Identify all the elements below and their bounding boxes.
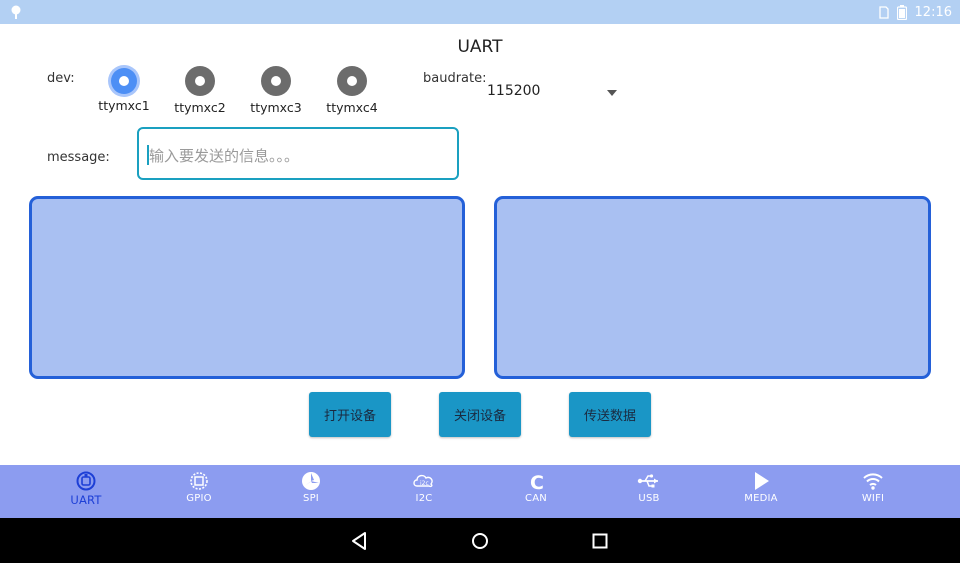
- nav-item-i2c[interactable]: i2c I2C: [389, 471, 459, 504]
- bottom-navigation: UART GPIO SPI i2c I2C C CAN USB MEDIA WI…: [0, 465, 960, 518]
- system-navigation-bar: [0, 518, 960, 563]
- status-bar: 12:16: [0, 0, 960, 24]
- back-icon[interactable]: [349, 530, 371, 552]
- nav-label: CAN: [525, 493, 547, 504]
- radio-ttymxc2[interactable]: ttymxc2: [174, 66, 226, 115]
- radio-label: ttymxc1: [98, 98, 150, 113]
- nav-item-wifi[interactable]: WIFI: [838, 471, 908, 504]
- i2c-icon: i2c: [413, 474, 433, 488]
- receive-log-panel[interactable]: [494, 196, 931, 379]
- wifi-icon: [863, 473, 883, 490]
- radio-checked-indicator: [111, 68, 137, 94]
- usb-icon: [637, 474, 658, 488]
- dropdown-arrow-icon: [607, 90, 617, 96]
- dev-label: dev:: [47, 71, 75, 86]
- page-title: UART: [457, 37, 503, 57]
- message-label: message:: [47, 150, 110, 165]
- nav-label: UART: [70, 493, 102, 507]
- nav-label: USB: [638, 493, 660, 504]
- nav-label: WIFI: [861, 493, 885, 504]
- baudrate-select[interactable]: 115200: [487, 82, 622, 104]
- radio-ttymxc3[interactable]: ttymxc3: [250, 66, 302, 115]
- baudrate-label: baudrate:: [423, 71, 487, 86]
- location-pin-icon: [11, 5, 21, 19]
- dev-radio-group: ttymxc1 ttymxc2 ttymxc3 ttymxc4: [98, 66, 388, 118]
- battery-icon: [896, 4, 907, 20]
- nav-item-uart[interactable]: UART: [51, 471, 121, 507]
- gpio-chip-icon: [190, 472, 208, 490]
- radio-unchecked-indicator: [185, 66, 215, 96]
- nav-label: MEDIA: [744, 493, 778, 504]
- uart-icon: [76, 471, 96, 491]
- home-icon[interactable]: [469, 530, 491, 552]
- radio-unchecked-indicator: [337, 66, 367, 96]
- radio-unchecked-indicator: [261, 66, 291, 96]
- nav-item-gpio[interactable]: GPIO: [164, 471, 234, 504]
- radio-ttymxc1[interactable]: ttymxc1: [98, 66, 150, 113]
- play-icon: [755, 472, 769, 490]
- sim-icon: [878, 5, 889, 19]
- nav-item-can[interactable]: C CAN: [501, 471, 571, 504]
- radio-label: ttymxc4: [326, 100, 378, 115]
- radio-ttymxc4[interactable]: ttymxc4: [326, 66, 378, 115]
- nav-item-spi[interactable]: SPI: [276, 471, 346, 504]
- svg-text:i2c: i2c: [420, 480, 429, 487]
- message-placeholder: 输入要发送的信息。。。: [149, 147, 300, 165]
- send-data-button[interactable]: 传送数据: [569, 392, 651, 437]
- close-device-button[interactable]: 关闭设备: [439, 392, 521, 437]
- svg-text:C: C: [530, 472, 544, 491]
- message-input[interactable]: 输入要发送的信息。。。: [137, 127, 459, 180]
- recents-icon[interactable]: [589, 530, 611, 552]
- open-device-button[interactable]: 打开设备: [309, 392, 391, 437]
- nav-item-usb[interactable]: USB: [614, 471, 684, 504]
- send-log-panel[interactable]: [29, 196, 465, 379]
- baudrate-value: 115200: [487, 83, 541, 99]
- nav-label: SPI: [303, 493, 319, 504]
- nav-label: GPIO: [186, 493, 212, 504]
- can-icon: C: [530, 472, 544, 491]
- spi-icon: [302, 472, 320, 490]
- clock: 12:16: [914, 4, 952, 20]
- radio-label: ttymxc2: [174, 100, 226, 115]
- nav-item-media[interactable]: MEDIA: [726, 471, 796, 504]
- nav-label: I2C: [415, 493, 433, 504]
- radio-label: ttymxc3: [250, 100, 302, 115]
